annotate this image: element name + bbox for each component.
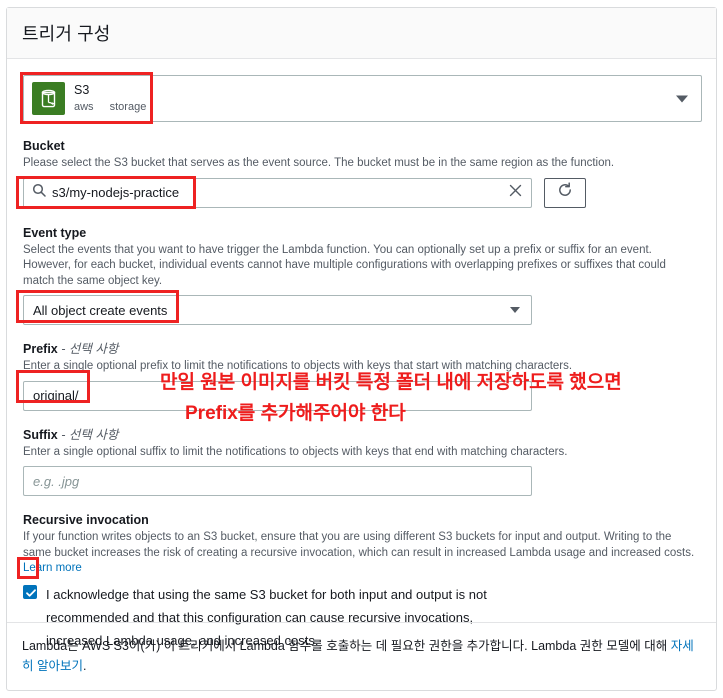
prefix-value: original/ (33, 388, 79, 403)
event-type-label: Event type (23, 225, 87, 240)
source-tags: aws storage (74, 101, 146, 114)
source-tag-vendor: aws (74, 100, 94, 113)
page-title: 트리거 구성 (22, 24, 111, 44)
suffix-placeholder: e.g. .jpg (33, 473, 80, 489)
card-header: 트리거 구성 (7, 8, 716, 59)
prefix-input[interactable]: original/ (23, 380, 532, 411)
suffix-optional-text: - 선택 사항 (61, 427, 119, 442)
footer-period: . (82, 659, 87, 673)
bucket-value: s3/my-nodejs-practice (52, 185, 180, 200)
suffix-label: Suffix - 선택 사항 (23, 427, 700, 443)
bucket-row: s3/my-nodejs-practice (23, 177, 700, 208)
s3-bucket-icon (32, 82, 65, 115)
recursive-description-text: If your function writes objects to an S3… (23, 531, 695, 559)
footer-text-body: Lambda는 AWS S3이(가) 이 트리거에서 Lambda 함수를 호출… (22, 639, 671, 653)
bucket-label: Bucket (23, 139, 65, 153)
search-icon (32, 183, 46, 202)
event-type-select[interactable]: All object create events (23, 295, 532, 325)
bucket-description: Please select the S3 bucket that serves … (23, 157, 615, 169)
suffix-label-text: Suffix (23, 427, 58, 442)
trigger-source-select[interactable]: S3 aws storage (23, 75, 702, 122)
event-type-description: Select the events that you want to have … (23, 243, 666, 287)
refresh-icon (557, 182, 573, 203)
source-tag-category: storage (109, 100, 147, 113)
trigger-config-card: 트리거 구성 S3 aws storage Bucket Please sele… (6, 7, 717, 691)
suffix-input[interactable]: e.g. .jpg (23, 466, 532, 496)
prefix-label: Prefix - 선택 사항 (23, 341, 700, 357)
card-footer: Lambda는 AWS S3이(가) 이 트리거에서 Lambda 함수를 호출… (7, 622, 716, 690)
bucket-search-input[interactable]: s3/my-nodejs-practice (23, 177, 532, 208)
suffix-description: Enter a single optional suffix to limit … (23, 445, 568, 458)
footer-permission-text: Lambda는 AWS S3이(가) 이 트리거에서 Lambda 함수를 호출… (22, 636, 701, 676)
acknowledge-checkbox[interactable] (23, 584, 37, 599)
prefix-label-text: Prefix (23, 342, 58, 356)
source-name: S3 (74, 83, 90, 98)
chevron-down-icon[interactable] (676, 95, 688, 102)
prefix-optional-text: - 선택 사항 (61, 342, 119, 356)
learn-more-link[interactable]: Learn more (23, 562, 82, 574)
card-body: S3 aws storage Bucket Please select the … (7, 59, 716, 652)
source-meta: S3 aws storage (74, 83, 146, 113)
event-type-value: All object create events (33, 302, 168, 318)
refresh-button[interactable] (544, 177, 586, 208)
chevron-down-icon[interactable] (510, 307, 520, 313)
recursive-invocation-description: If your function writes objects to an S3… (23, 530, 700, 577)
close-icon[interactable] (509, 184, 522, 202)
trigger-configuration-page: 트리거 구성 S3 aws storage Bucket Please sele… (0, 0, 723, 698)
prefix-description: Enter a single optional prefix to limit … (23, 360, 573, 372)
recursive-invocation-label: Recursive invocation (23, 513, 149, 527)
